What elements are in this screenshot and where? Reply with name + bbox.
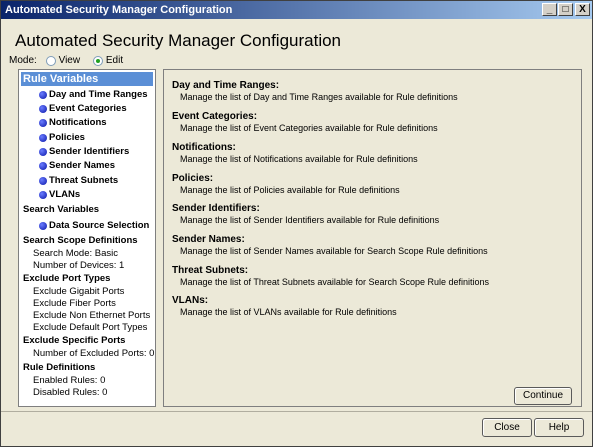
bullet-icon	[39, 162, 47, 170]
detail-title: Day and Time Ranges:	[172, 80, 280, 91]
page-title: Automated Security Manager Configuration	[15, 31, 342, 50]
bullet-icon	[39, 119, 47, 127]
detail-title: Sender Names:	[172, 234, 245, 245]
tree-item-rule-definitions[interactable]: Rule Definitions	[23, 362, 95, 373]
bullet-icon	[39, 91, 47, 99]
detail-description: Manage the list of VLANs available for R…	[180, 307, 397, 317]
window-title: Automated Security Manager Configuration	[5, 4, 233, 16]
detail-title: Threat Subnets:	[172, 265, 249, 276]
detail-description: Manage the list of Event Categories avai…	[180, 123, 438, 133]
mode-selector: Mode: View Edit	[9, 55, 123, 66]
tree-item-search-scope-definitions[interactable]: Search Scope Definitions	[23, 235, 138, 246]
exclude-specific-line: Number of Excluded Ports: 0	[33, 348, 155, 359]
detail-description: Manage the list of Sender Identifiers av…	[180, 215, 440, 225]
scope-line: Search Mode: Basic	[33, 248, 119, 259]
bullet-icon	[39, 222, 47, 230]
bullet-icon	[39, 105, 47, 113]
detail-title: Sender Identifiers:	[172, 203, 260, 214]
title-bar[interactable]: Automated Security Manager Configuration…	[1, 1, 592, 19]
tree-item-event-categories[interactable]: Event Categories	[49, 103, 127, 114]
maximize-button[interactable]: □	[558, 3, 573, 16]
view-radio[interactable]	[45, 55, 56, 66]
tree-item-exclude-specific-ports[interactable]: Exclude Specific Ports	[23, 335, 125, 346]
tree-item-search-variables[interactable]: Search Variables	[23, 204, 99, 215]
detail-description: Manage the list of Sender Names availabl…	[180, 246, 488, 256]
exclude-type-line: Exclude Fiber Ports	[33, 298, 116, 309]
exclude-type-line: Exclude Non Ethernet Ports	[33, 310, 151, 321]
detail-title: Policies:	[172, 173, 214, 184]
edit-label: Edit	[105, 55, 124, 66]
edit-radio[interactable]	[92, 55, 103, 66]
mode-label: Mode:	[9, 55, 37, 66]
tree-item-exclude-port-types[interactable]: Exclude Port Types	[23, 273, 110, 284]
navigation-tree: Rule Variables Day and Time Ranges Event…	[18, 69, 156, 407]
view-label: View	[58, 55, 81, 66]
config-window: Automated Security Manager Configuration…	[0, 0, 593, 447]
tree-item-policies[interactable]: Policies	[49, 132, 85, 143]
detail-title: Notifications:	[172, 142, 236, 153]
scope-line: Number of Devices: 1	[33, 260, 125, 271]
tree-item-vlans[interactable]: VLANs	[49, 189, 80, 200]
rule-defs-line: Enabled Rules: 0	[33, 375, 106, 386]
rule-defs-line: Disabled Rules: 0	[33, 387, 108, 398]
close-window-button[interactable]: X	[575, 3, 590, 16]
detail-description: Manage the list of Day and Time Ranges a…	[180, 92, 458, 102]
help-button[interactable]: Help	[534, 418, 584, 437]
bullet-icon	[39, 148, 47, 156]
tree-item-day-time-ranges[interactable]: Day and Time Ranges	[49, 89, 148, 100]
close-button[interactable]: Close	[482, 418, 532, 437]
detail-description: Manage the list of Notifications availab…	[180, 154, 418, 164]
minimize-button[interactable]: _	[542, 3, 557, 16]
detail-description: Manage the list of Threat Subnets availa…	[180, 277, 490, 287]
tree-item-notifications[interactable]: Notifications	[49, 117, 107, 128]
exclude-type-line: Exclude Gigabit Ports	[33, 286, 125, 297]
details-panel: Day and Time Ranges: Manage the list of …	[163, 69, 582, 407]
tree-item-data-source-selection[interactable]: Data Source Selection	[49, 220, 149, 231]
continue-button[interactable]: Continue	[514, 387, 572, 405]
tree-item-sender-identifiers[interactable]: Sender Identifiers	[49, 146, 129, 157]
tree-item-rule-variables[interactable]: Rule Variables	[21, 72, 153, 86]
footer-separator	[1, 411, 592, 412]
detail-title: Event Categories:	[172, 111, 258, 122]
detail-description: Manage the list of Policies available fo…	[180, 185, 400, 195]
bullet-icon	[39, 177, 47, 185]
tree-item-sender-names[interactable]: Sender Names	[49, 160, 115, 171]
detail-title: VLANs:	[172, 295, 209, 306]
exclude-type-line: Exclude Default Port Types	[33, 322, 148, 333]
bullet-icon	[39, 134, 47, 142]
bullet-icon	[39, 191, 47, 199]
tree-item-threat-subnets[interactable]: Threat Subnets	[49, 175, 118, 186]
